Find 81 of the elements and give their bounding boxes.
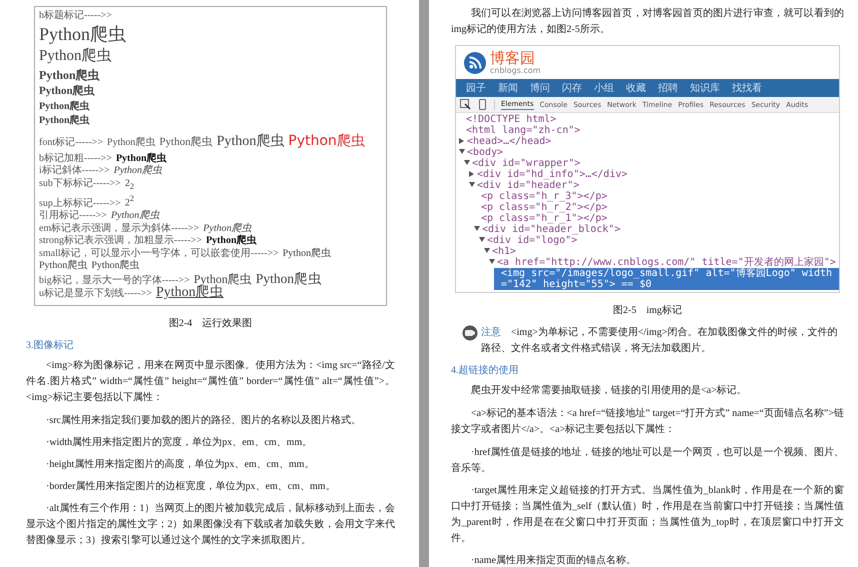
tag-sample: Python爬虫: [116, 152, 166, 164]
section-title: 4.超链接的使用: [451, 364, 520, 377]
dom-node[interactable]: <p class="h_r_3"></p>: [474, 191, 839, 202]
tag-sample: Python爬虫: [156, 287, 224, 300]
row-label: i标记斜体----->>: [39, 165, 110, 178]
paragraph: 爬虫开发中经常需要抽取链接，链接的引用使用的是<a>标记。: [470, 384, 748, 398]
figure-caption: 图2-4 运行效果图: [168, 316, 254, 330]
dom-node[interactable]: <p class="h_r_2"></p>: [474, 202, 839, 213]
row-label: em标记表示强调，显示为斜体----->>: [39, 222, 200, 234]
paragraph: <a>标记的基本语法：<a href=“链接地址” target=“打开方式” name=“页面锚点名称”>链接文字或者图片</a>。<a>标记主要包括以下属性：: [451, 406, 844, 437]
nav-link[interactable]: 小组: [594, 81, 614, 95]
dom-node[interactable]: <!DOCTYPE html>: [459, 114, 839, 125]
paragraph: ·name属性用来指定页面的锚点名称。: [470, 554, 637, 567]
font-sample: Python爬虫: [216, 132, 284, 151]
row-label: u标记是显示下划线----->>: [39, 288, 152, 301]
row-label: big标记，显示大一号的字体----->>: [39, 274, 190, 286]
paragraph: ·border属性用来指定图片的边框宽度，单位为px、em、cm、mm。: [45, 480, 336, 494]
figure-caption: 图2-5 img标记: [612, 304, 683, 317]
dom-node[interactable]: <div id="wrapper">: [464, 158, 839, 169]
row-label: sup上标标记----->>: [39, 198, 121, 210]
dom-node[interactable]: <html lang="zh-cn">: [459, 125, 839, 136]
tag-sample: Python爬虫: [91, 260, 140, 273]
tag-sample: Python爬虫: [203, 222, 252, 234]
dom-node[interactable]: <body>: [459, 147, 839, 158]
nav-link[interactable]: 收藏: [626, 81, 646, 95]
dom-node[interactable]: <div id="header">: [469, 180, 839, 191]
paragraph: ·target属性用来定义超链接的打开方式。当属性值为_blank时，作用是在一个新的窗口中打开链接；当属性值为_self（默认值）时，作用是在当前窗口中打开链接；当属性值为_parent时，作用是在在父窗口中打开页面；当属性值为_top时，在顶层窗口中打开文件。: [451, 484, 844, 546]
font-sample: Python爬虫: [288, 132, 365, 151]
nav-link[interactable]: 招聘: [658, 81, 678, 95]
nav-link[interactable]: 新闻: [498, 81, 518, 95]
row-label: small标记，可以显示小一号字体，可以嵌套使用----->>: [39, 248, 279, 260]
paragraph: 我们可以在浏览器上访问博客园首页，对博客园首页的图片进行审查，就可以看到的img标记的使用方法，如图2-5所示。: [451, 6, 844, 37]
logo-title: 博客园: [490, 50, 535, 66]
rss-logo-icon: [464, 52, 486, 74]
tag-sample: Python爬虫: [206, 235, 256, 248]
inspect-icon[interactable]: [460, 99, 471, 110]
nav-link[interactable]: 找找看: [732, 81, 762, 95]
dom-node[interactable]: <h1>: [484, 246, 839, 257]
tag-sample: Python爬虫: [110, 210, 160, 222]
heading-sample: Python爬虫: [39, 84, 96, 99]
dom-node[interactable]: <div id="header_block">: [474, 224, 839, 235]
paragraph: ·width属性用来指定图片的宽度，单位为px、em、cm、mm。: [45, 436, 314, 450]
dom-node[interactable]: <div id="logo">: [479, 235, 839, 246]
heading-sample: Python爬虫: [39, 47, 113, 66]
dom-node[interactable]: <head>…</head>: [459, 136, 839, 147]
heading-sample: Python爬虫: [39, 68, 101, 84]
font-sample: Python爬虫: [159, 134, 213, 150]
paragraph: ·href属性值是链接的地址，链接的地址可以是一个网页，也可以是一个视频、图片、音乐等。: [451, 446, 844, 476]
row-label: strong标记表示强调，加粗显示----->>: [39, 235, 202, 248]
row-label: 引用标记----->>: [39, 210, 107, 222]
tag-sample: Python爬虫: [194, 272, 252, 286]
dom-node[interactable]: <div id="hd_info">…</div>: [469, 169, 839, 180]
tag-sample: Python爬虫: [282, 248, 331, 260]
nav-link[interactable]: 博问: [530, 81, 550, 95]
paragraph: ·src属性用来指定我们要加载的图片的路径、图片的名称以及图片格式。: [45, 414, 362, 428]
nav-link[interactable]: 闪存: [562, 81, 582, 95]
device-icon[interactable]: [477, 99, 488, 110]
heading-sample: Python爬虫: [39, 114, 91, 127]
paragraph: ·height属性用来指定图片的高度，单位为px、em、cm、mm。: [45, 458, 316, 472]
nav-link[interactable]: 园子: [466, 81, 486, 95]
figure-label: h标题标记----->>: [39, 9, 113, 22]
note-text: 注意 <img>为单标记，不需要使用</img>闭合。在加载图像文件的时候，文件的路径、文件名或者文件格式错误，将无法加载图片。: [481, 326, 838, 356]
row-label: font标记----->>: [39, 136, 104, 150]
row-label: sub下标标记----->>: [39, 178, 121, 190]
heading-sample: Python爬虫: [39, 100, 91, 113]
dom-node[interactable]: <img src="/images/logo_small.gif" alt="博客园Logo" width="142" height="55"> == $0: [494, 268, 839, 290]
logo-subtitle: cnblogs.com: [490, 66, 541, 75]
heading-sample: Python爬虫: [39, 23, 128, 46]
note-icon: [461, 325, 479, 341]
nav-link[interactable]: 知识库: [690, 81, 720, 95]
paragraph: ·alt属性有三个作用：1）当网页上的图片被加载完成后，鼠标移动到上面去，会显示这个图片指定的属性文字；2）如果图像没有下载或者加载失败，会用文字来代替图像显示；3）搜索引擎可以通过这个属性的文字来抓取图片。: [26, 502, 395, 548]
section-title: 3.图像标记: [26, 338, 74, 352]
tag-sample: 2$_{2}$: [124, 178, 134, 193]
paragraph: <img>称为图像标记，用来在网页中显示图像。使用方法为：<img src=“路径/文件名.图片格式” width=“属性值” height=“属性值” border=“属性值” alt=“属性值”>。<img>标记主要包括以下属性：: [26, 358, 395, 405]
tag-sample: Python爬虫: [256, 272, 322, 286]
tag-sample: 2$^{2}$: [124, 193, 134, 210]
font-sample: Python爬虫: [107, 136, 156, 150]
tag-sample: Python爬虫: [114, 165, 162, 178]
dom-node[interactable]: <p class="h_r_1"></p>: [474, 213, 839, 224]
row-label: b标记加粗----->>: [39, 152, 112, 164]
tag-sample: Python爬虫: [39, 260, 88, 273]
